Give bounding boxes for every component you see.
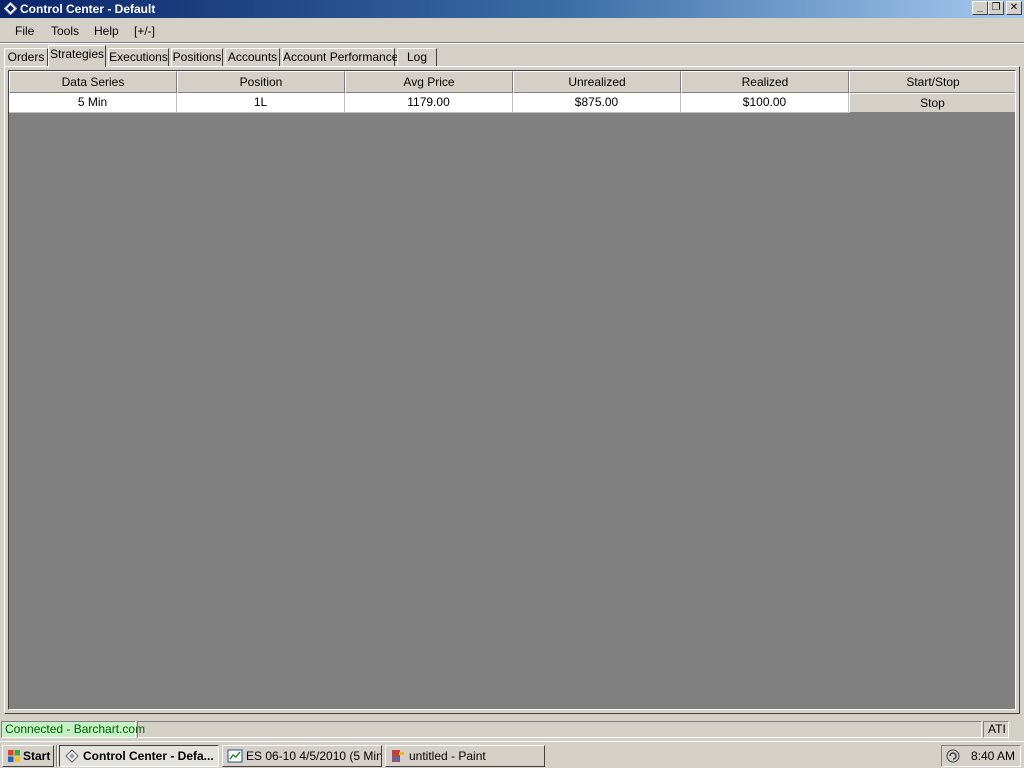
cell-realized[interactable]: $100.00 [681, 93, 849, 113]
control-center-icon [4, 2, 17, 15]
menu-tools[interactable]: Tools [51, 24, 79, 38]
taskbar-separator [56, 745, 58, 767]
tab-log[interactable]: Log [397, 48, 437, 67]
tab-executions[interactable]: Executions [108, 48, 169, 67]
taskbar-chart[interactable]: ES 06-10 4/5/2010 (5 Min) [222, 745, 382, 767]
title-bar[interactable]: Control Center - Default _ ❐ ✕ [0, 0, 1024, 18]
menu-expand-toggle[interactable]: [+/-] [134, 24, 155, 38]
menu-bar: File Tools Help [+/-] [0, 20, 1024, 42]
taskbar-label: ES 06-10 4/5/2010 (5 Min) [246, 749, 382, 763]
windows-logo-icon [8, 750, 20, 762]
tab-positions[interactable]: Positions [171, 48, 223, 67]
column-header-position[interactable]: Position [177, 71, 345, 93]
column-header-unrealized[interactable]: Unrealized [513, 71, 681, 93]
column-header-realized[interactable]: Realized [681, 71, 849, 93]
cell-avg-price[interactable]: 1179.00 [345, 93, 513, 113]
tab-account-performance[interactable]: Account Performance [282, 48, 398, 67]
taskbar-label: untitled - Paint [409, 749, 486, 763]
cell-data-series[interactable]: 5 Min [9, 93, 177, 113]
chart-icon [227, 749, 243, 763]
cell-position[interactable]: 1L [177, 93, 345, 113]
tab-strip: Orders Strategies Executions Positions A… [0, 45, 1024, 67]
taskbar-paint[interactable]: untitled - Paint [385, 745, 545, 767]
status-message [137, 721, 982, 738]
restore-button[interactable]: ❐ [988, 1, 1004, 15]
menu-divider [0, 42, 1024, 44]
tab-orders[interactable]: Orders [4, 48, 48, 67]
stop-strategy-button[interactable]: Stop [849, 93, 1015, 113]
taskbar-control-center[interactable]: Control Center - Defa... [59, 745, 219, 767]
column-header-start-stop[interactable]: Start/Stop [849, 71, 1015, 93]
taskbar: Start Control Center - Defa... ES 06-10 … [0, 741, 1024, 768]
table-row[interactable]: 5 Min 1L 1179.00 $875.00 $100.00 Stop [9, 93, 1015, 113]
tab-accounts[interactable]: Accounts [225, 48, 280, 67]
tab-strategies[interactable]: Strategies [48, 45, 106, 67]
connection-status: Connected - Barchart.com [1, 721, 145, 738]
grid-header: Data Series Position Avg Price Unrealize… [9, 71, 1015, 93]
menu-help[interactable]: Help [94, 24, 119, 38]
cell-unrealized[interactable]: $875.00 [513, 93, 681, 113]
column-header-avg-price[interactable]: Avg Price [345, 71, 513, 93]
system-tray: 8:40 AM [941, 745, 1021, 767]
clock[interactable]: 8:40 AM [971, 749, 1015, 763]
paint-icon [392, 750, 404, 762]
close-button[interactable]: ✕ [1006, 1, 1022, 15]
start-button[interactable]: Start [2, 745, 54, 767]
network-status-icon[interactable] [946, 749, 960, 763]
menu-file[interactable]: File [15, 24, 34, 38]
strategies-grid[interactable]: Data Series Position Avg Price Unrealize… [8, 70, 1016, 710]
control-center-icon [65, 749, 79, 763]
taskbar-label: Control Center - Defa... [83, 749, 214, 763]
window-title: Control Center - Default [20, 2, 156, 16]
status-bar: Connected - Barchart.com ATI [0, 718, 1024, 740]
strategies-panel: Data Series Position Avg Price Unrealize… [4, 66, 1020, 714]
ati-status: ATI [983, 721, 1009, 738]
minimize-button[interactable]: _ [972, 1, 988, 15]
column-header-data-series[interactable]: Data Series [9, 71, 177, 93]
start-label: Start [23, 749, 51, 763]
